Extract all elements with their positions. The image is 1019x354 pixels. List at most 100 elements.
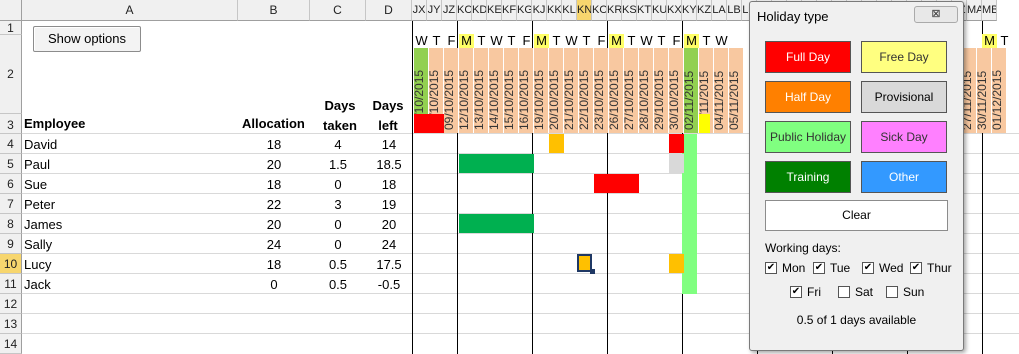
employee-days-taken[interactable]: 3 xyxy=(310,197,366,212)
column-header-KT[interactable]: KT xyxy=(637,0,652,21)
column-header-KL[interactable]: KL xyxy=(562,0,577,21)
employee-days-left[interactable]: 19 xyxy=(366,197,412,212)
other-button[interactable]: Other xyxy=(861,161,947,193)
checkbox-mon[interactable]: ✔ xyxy=(765,262,777,274)
employee-allocation[interactable]: 22 xyxy=(238,197,310,212)
show-options-button[interactable]: Show options xyxy=(33,26,141,52)
employee-days-taken[interactable]: 0 xyxy=(310,237,366,252)
training-button[interactable]: Training xyxy=(765,161,851,193)
row-header-12[interactable]: 12 xyxy=(0,294,22,314)
full-day-button[interactable]: Full Day xyxy=(765,41,851,73)
column-header-KO[interactable]: KO xyxy=(592,0,607,21)
clear-button[interactable]: Clear xyxy=(765,200,948,231)
employee-name[interactable]: Sue xyxy=(24,177,47,192)
employee-days-taken[interactable]: 1.5 xyxy=(310,157,366,172)
employee-name[interactable]: Lucy xyxy=(24,257,51,272)
column-header-JY[interactable]: JY xyxy=(427,0,442,21)
full-day-block[interactable] xyxy=(594,174,639,193)
column-header-MA[interactable]: MA xyxy=(967,0,982,21)
employee-days-left[interactable]: 14 xyxy=(366,137,412,152)
row-header-3[interactable]: 3 xyxy=(0,114,22,134)
column-header-KZ[interactable]: KZ xyxy=(697,0,712,21)
free-day-block[interactable] xyxy=(699,114,710,133)
row-header-8[interactable]: 8 xyxy=(0,214,22,234)
employee-days-left[interactable]: 20 xyxy=(366,217,412,232)
provisional-button[interactable]: Provisional xyxy=(861,81,947,113)
checkbox-tue[interactable]: ✔ xyxy=(813,262,825,274)
full-day-block[interactable] xyxy=(414,114,444,133)
column-header-LA[interactable]: LA xyxy=(712,0,727,21)
column-header-KF[interactable]: KF xyxy=(502,0,517,21)
employee-days-taken[interactable]: 0 xyxy=(310,217,366,232)
column-header-KS[interactable]: KS xyxy=(622,0,637,21)
row-header-4[interactable]: 4 xyxy=(0,134,22,154)
employee-allocation[interactable]: 20 xyxy=(238,217,310,232)
column-header-A[interactable]: A xyxy=(22,0,238,21)
employee-name[interactable]: Jack xyxy=(24,277,51,292)
checkbox-sat[interactable] xyxy=(838,286,850,298)
row-header-10[interactable]: 10 xyxy=(0,254,22,274)
row-header-5[interactable]: 5 xyxy=(0,154,22,174)
column-header-B[interactable]: B xyxy=(238,0,310,21)
checkbox-wed[interactable]: ✔ xyxy=(862,262,874,274)
employee-allocation[interactable]: 18 xyxy=(238,177,310,192)
training-block[interactable] xyxy=(459,154,534,173)
column-header-KN[interactable]: KN xyxy=(577,0,592,21)
row-header-13[interactable]: 13 xyxy=(0,314,22,334)
full-day-block[interactable] xyxy=(669,134,684,153)
half-day-button[interactable]: Half Day xyxy=(765,81,851,113)
provisional-block[interactable] xyxy=(669,154,684,173)
column-header-LB[interactable]: LB xyxy=(727,0,742,21)
employee-days-taken[interactable]: 4 xyxy=(310,137,366,152)
row-header-11[interactable]: 11 xyxy=(0,274,22,294)
checkbox-sun[interactable] xyxy=(886,286,898,298)
column-header-JX[interactable]: JX xyxy=(412,0,427,21)
employee-days-left[interactable]: 17.5 xyxy=(366,257,412,272)
public-holiday-button[interactable]: Public Holiday xyxy=(765,121,851,153)
column-header-KU[interactable]: KU xyxy=(652,0,667,21)
employee-name[interactable]: James xyxy=(24,217,62,232)
employee-allocation[interactable]: 24 xyxy=(238,237,310,252)
employee-allocation[interactable]: 0 xyxy=(238,277,310,292)
row-header-6[interactable]: 6 xyxy=(0,174,22,194)
employee-days-taken[interactable]: 0 xyxy=(310,177,366,192)
half-day-block[interactable] xyxy=(669,254,684,273)
row-header-1[interactable]: 1 xyxy=(0,21,22,35)
column-header-KJ[interactable]: KJ xyxy=(532,0,547,21)
half-day-block[interactable] xyxy=(549,134,564,153)
row-header-2[interactable]: 2 xyxy=(0,35,22,114)
column-header-KE[interactable]: KE xyxy=(487,0,502,21)
column-header-MB[interactable]: MB xyxy=(982,0,997,21)
column-header-KD[interactable]: KD xyxy=(472,0,487,21)
column-header-KR[interactable]: KR xyxy=(607,0,622,21)
employee-days-left[interactable]: 24 xyxy=(366,237,412,252)
sick-day-button[interactable]: Sick Day xyxy=(861,121,947,153)
select-all-corner[interactable] xyxy=(0,0,22,21)
employee-days-taken[interactable]: 0.5 xyxy=(310,257,366,272)
employee-allocation[interactable]: 18 xyxy=(238,257,310,272)
row-header-7[interactable]: 7 xyxy=(0,194,22,214)
employee-days-left[interactable]: 18 xyxy=(366,177,412,192)
close-icon[interactable]: ⊠ xyxy=(914,6,958,23)
free-day-button[interactable]: Free Day xyxy=(861,41,947,73)
column-header-KX[interactable]: KX xyxy=(667,0,682,21)
employee-name[interactable]: Peter xyxy=(24,197,55,212)
row-header-9[interactable]: 9 xyxy=(0,234,22,254)
column-header-KY[interactable]: KY xyxy=(682,0,697,21)
checkbox-fri[interactable]: ✔ xyxy=(790,286,802,298)
employee-days-taken[interactable]: 0.5 xyxy=(310,277,366,292)
employee-days-left[interactable]: 18.5 xyxy=(366,157,412,172)
training-block[interactable] xyxy=(459,214,534,233)
employee-days-left[interactable]: -0.5 xyxy=(366,277,412,292)
employee-allocation[interactable]: 18 xyxy=(238,137,310,152)
fill-handle[interactable] xyxy=(590,269,595,274)
employee-name[interactable]: David xyxy=(24,137,57,152)
employee-name[interactable]: Paul xyxy=(24,157,50,172)
column-header-D[interactable]: D xyxy=(366,0,412,21)
employee-name[interactable]: Sally xyxy=(24,237,52,252)
checkbox-thur[interactable]: ✔ xyxy=(910,262,922,274)
employee-allocation[interactable]: 20 xyxy=(238,157,310,172)
column-header-KK[interactable]: KK xyxy=(547,0,562,21)
column-header-KG[interactable]: KG xyxy=(517,0,532,21)
row-header-14[interactable]: 14 xyxy=(0,334,22,354)
